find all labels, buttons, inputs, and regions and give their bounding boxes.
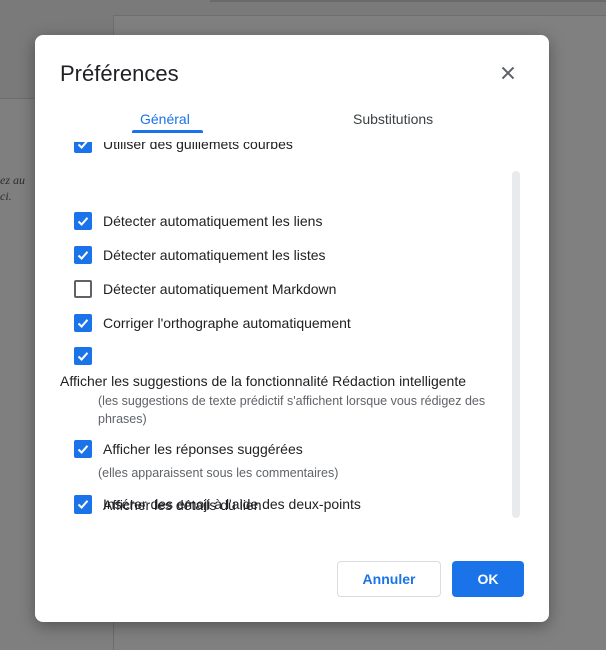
option-curly-quotes[interactable]: Utiliser des guillemets courbes: [74, 142, 293, 153]
option-label: Afficher les réponses suggérées: [103, 441, 303, 457]
option-emoji-colon[interactable]: Insérer des emoji à l'aide des deux-poin…: [74, 495, 361, 513]
background-text-line: ci.: [0, 189, 12, 203]
checkbox-checked-icon[interactable]: [74, 314, 92, 332]
ok-button[interactable]: OK: [452, 561, 524, 597]
close-icon[interactable]: [496, 61, 520, 85]
option-label: Utiliser des guillemets courbes: [103, 142, 293, 152]
cancel-button[interactable]: Annuler: [337, 561, 441, 597]
tab-general[interactable]: Général: [140, 111, 190, 127]
checkbox-checked-icon[interactable]: [74, 347, 92, 365]
option-autocorrect[interactable]: Corriger l'orthographe automatiquement: [74, 314, 351, 332]
tab-substitutions[interactable]: Substitutions: [353, 111, 433, 127]
background-text-line: ez au: [0, 173, 25, 187]
option-label: Insérer des emoji à l'aide des deux-poin…: [103, 496, 361, 512]
background-toolbar-strip: [210, 0, 606, 2]
active-tab-indicator: [132, 130, 203, 133]
option-detect-markdown[interactable]: Détecter automatiquement Markdown: [74, 280, 336, 298]
option-smart-compose[interactable]: [74, 347, 92, 365]
checkbox-checked-icon[interactable]: [74, 495, 92, 513]
option-description: (elles apparaissent sous les commentaire…: [98, 466, 339, 480]
dialog-title: Préférences: [60, 61, 179, 86]
options-list: Utiliser des guillemets courbes Détecter…: [35, 142, 549, 522]
option-description: (les suggestions de texte prédictif s'af…: [98, 394, 486, 426]
scrollbar[interactable]: [512, 171, 520, 518]
checkbox-unchecked-icon[interactable]: [74, 280, 92, 298]
checkbox-checked-icon[interactable]: [74, 142, 92, 153]
preferences-dialog: Préférences Général Substitutions Utilis…: [35, 35, 549, 622]
option-label: Détecter automatiquement les liens: [103, 213, 323, 229]
option-label: Détecter automatiquement Markdown: [103, 281, 337, 297]
option-suggested-replies[interactable]: Afficher les réponses suggérées: [74, 440, 303, 458]
option-label: Corriger l'orthographe automatiquement: [103, 315, 351, 331]
option-detect-lists[interactable]: Détecter automatiquement les listes: [74, 246, 326, 264]
option-label: Détecter automatiquement les listes: [103, 247, 326, 263]
checkbox-checked-icon[interactable]: [74, 246, 92, 264]
option-label: Afficher les suggestions de la fonctionn…: [60, 373, 466, 389]
checkbox-checked-icon[interactable]: [74, 212, 92, 230]
checkbox-checked-icon[interactable]: [74, 440, 92, 458]
background-text-fragment: ez au ci.: [0, 172, 25, 204]
option-detect-links[interactable]: Détecter automatiquement les liens: [74, 212, 322, 230]
